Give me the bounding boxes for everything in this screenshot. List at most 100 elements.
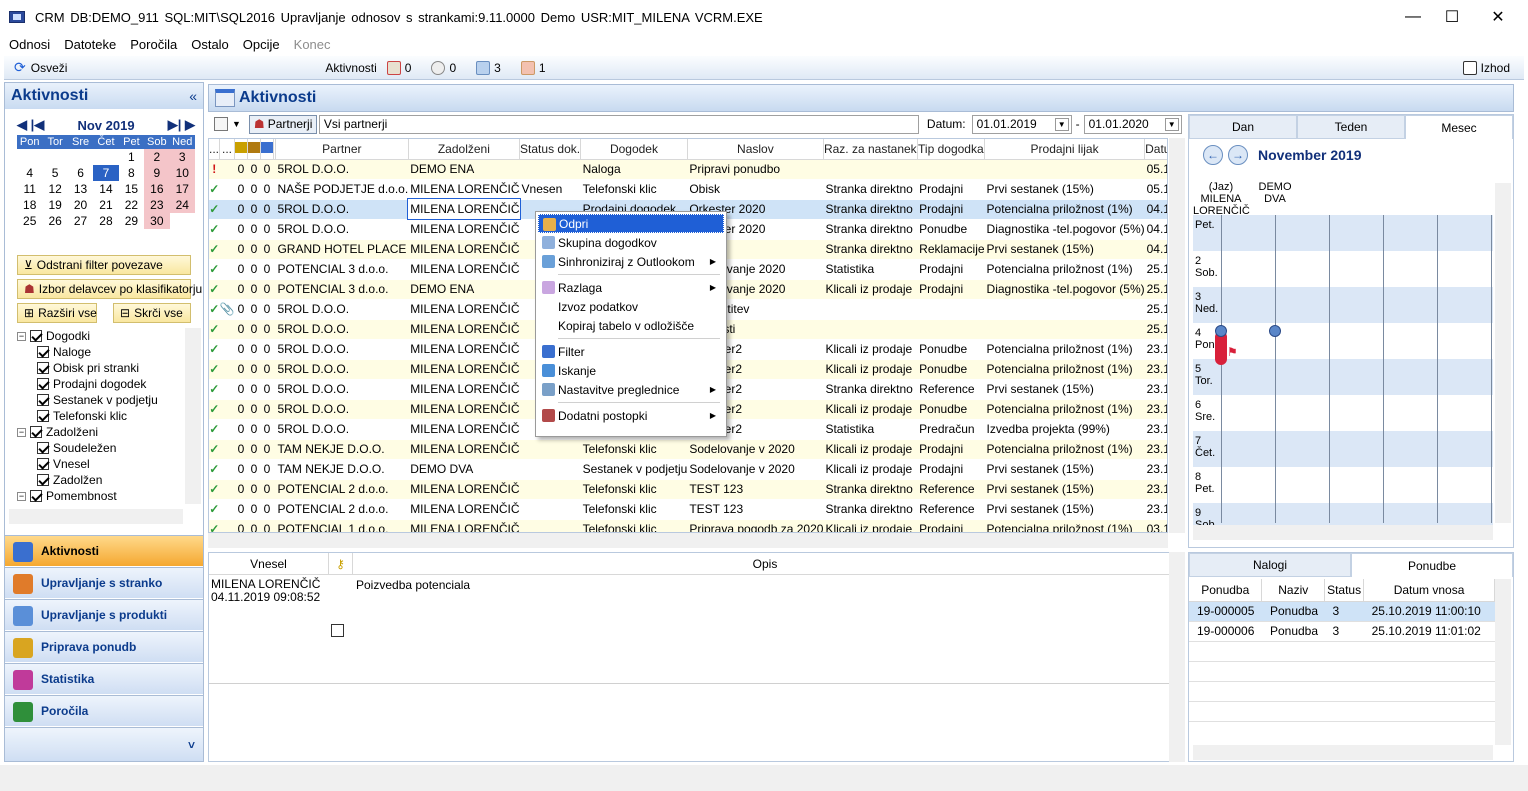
remove-filter-button[interactable]: ⊻ Odstrani filter povezave (17, 255, 191, 275)
tree-checkbox[interactable] (30, 426, 42, 438)
tab-teden[interactable]: Teden (1297, 115, 1405, 139)
calendar-day[interactable]: 7 (93, 165, 119, 181)
tree-expander-icon[interactable]: − (17, 331, 26, 341)
scheduler-hscroll[interactable] (1193, 525, 1493, 540)
collapse-pane-icon[interactable]: « (189, 88, 197, 104)
table-row[interactable]: ! 0 0 0 5ROL D.O.O. DEMO ENA Naloga Pripravi po… (209, 159, 1167, 180)
calendar-day[interactable]: 18 (17, 197, 42, 213)
menu-konec[interactable]: Konec (294, 37, 331, 52)
calendar-day[interactable]: 12 (42, 181, 67, 197)
menu-opcije[interactable]: Opcije (243, 37, 280, 52)
scheduler-day-row[interactable]: 3 Ned. (1193, 287, 1493, 323)
nav-upravljanje-s-produkti[interactable]: Upravljanje s produkti (5, 599, 203, 630)
tab-nalogi[interactable]: Nalogi (1189, 553, 1351, 577)
offers-vscroll[interactable] (1495, 579, 1511, 745)
alerts-counter[interactable]: 1 (520, 60, 546, 75)
col-opis[interactable]: Opis (353, 553, 1177, 574)
table-row[interactable]: ✓ 0 0 0 POTENCIAL 1 d.o.o. MILENA LORENČIČ Tel… (209, 519, 1167, 532)
tree-item[interactable]: Vnesel (17, 456, 189, 472)
tree-item[interactable]: Prodajni dogodek (17, 376, 189, 392)
grid-col-header[interactable]: Raz. za nastanek (823, 139, 918, 160)
calendar-day[interactable]: 17 (169, 181, 195, 197)
tree-expander-icon[interactable]: − (17, 427, 26, 437)
calendar-day[interactable]: 26 (42, 213, 67, 229)
grid-vscroll[interactable] (1169, 138, 1185, 533)
tree-checkbox[interactable] (37, 362, 49, 374)
ctx-item-skupina-dogodkov[interactable]: Skupina dogodkov (538, 233, 724, 252)
grid-col-header[interactable]: Tip dogodka (917, 139, 986, 160)
next-arrow-icon[interactable]: → (1228, 145, 1248, 165)
calendar-day[interactable]: 11 (17, 181, 42, 197)
nav-upravljanje-s-stranko[interactable]: Upravljanje s stranko (5, 567, 203, 598)
tree-item[interactable]: Obisk pri stranki (17, 360, 189, 376)
calendar-day[interactable]: 14 (93, 181, 118, 197)
calendar-day[interactable]: 6 (68, 165, 93, 181)
scheduler-day-row[interactable]: Pet. (1193, 215, 1493, 251)
scheduler-day-row[interactable]: 8 Pet. (1193, 467, 1493, 503)
calendar-day[interactable]: 2 (144, 149, 170, 165)
table-row[interactable]: ✓ 0 0 0 TAM NEKJE D.O.O. MILENA LORENČIČ Telef… (209, 439, 1167, 460)
ctx-item-dodatni-postopki[interactable]: Dodatni postopki ▶ (538, 406, 724, 425)
tree-vscroll[interactable] (185, 328, 201, 504)
ctx-item-nastavitve-preglednice[interactable]: Nastavitve preglednice ▶ (538, 380, 724, 399)
offers-row[interactable]: 19-000005 Ponudba 3 25.10.2019 11:00:10 (1189, 601, 1495, 622)
scheduler-day-row[interactable]: 4 Pon. (1193, 323, 1493, 359)
nav-poro-ila[interactable]: Poročila (5, 695, 203, 726)
close-button[interactable]: ✕ (1475, 0, 1521, 34)
calendar-day[interactable]: 21 (93, 197, 118, 213)
calendar-day[interactable]: 15 (119, 181, 144, 197)
tree-item[interactable]: Telefonski klic (17, 408, 189, 424)
grid-col-header[interactable]: Status dok. (519, 139, 582, 160)
tree-item[interactable]: − Zadolženi (17, 424, 189, 440)
menu-porocila[interactable]: Poročila (130, 37, 177, 52)
calendar-day[interactable]: 24 (169, 197, 195, 213)
tree-checkbox[interactable] (37, 458, 49, 470)
tab-dan[interactable]: Dan (1189, 115, 1297, 139)
date-from-field[interactable]: 01.01.2019 ▼ (971, 114, 1072, 134)
date-from-dropdown-icon[interactable]: ▼ (1054, 117, 1069, 131)
collapse-all-button[interactable]: ⊟ Skrči vse (113, 303, 191, 323)
nav-statistika[interactable]: Statistika (5, 663, 203, 694)
ctx-item-sinhroniziraj-z-outlookom[interactable]: Sinhroniziraj z Outlookom ▶ (538, 252, 724, 271)
tree-item[interactable]: − Dogodki (17, 328, 189, 344)
calendar-day[interactable]: 10 (169, 165, 195, 181)
table-row[interactable]: ✓ 0 0 0 TAM NEKJE D.O.O. DEMO DVA Sestanek v p… (209, 459, 1167, 480)
scheduler-vscroll[interactable] (1495, 183, 1511, 523)
ctx-item-izvoz-podatkov[interactable]: Izvoz podatkov (538, 297, 724, 316)
grid-col-header[interactable]: Zadolženi (408, 139, 521, 160)
grid-col-header[interactable]: Partner (275, 139, 409, 160)
tab-ponudbe[interactable]: Ponudbe (1351, 553, 1513, 577)
calendar-day[interactable]: 20 (68, 197, 93, 213)
calendar-day[interactable]: 25 (17, 213, 42, 229)
partner-filter-input[interactable]: Vsi partnerji (318, 114, 919, 134)
prev-arrow-icon[interactable]: ← (1203, 145, 1223, 165)
calendar-day[interactable]: 8 (119, 165, 144, 181)
partners-button[interactable]: ☗ Partnerji (248, 114, 317, 134)
grid-col-header[interactable]: Naslov (687, 139, 824, 160)
date-to-dropdown-icon[interactable]: ▼ (1164, 117, 1179, 131)
nav-aktivnosti[interactable]: Aktivnosti (5, 535, 203, 566)
calendar-day[interactable]: 5 (42, 165, 67, 181)
offers-col-header[interactable]: Naziv (1261, 579, 1326, 602)
offers-row[interactable]: 19-000006 Ponudba 3 25.10.2019 11:01:02 (1189, 621, 1495, 642)
calendar-day[interactable]: 3 (169, 149, 195, 165)
workers-select-button[interactable]: ☗ Izbor delavcev po klasifikatorju (17, 279, 202, 299)
tree-item[interactable]: Naloge (17, 344, 189, 360)
calendar-day[interactable]: 16 (144, 181, 170, 197)
menu-odnosi[interactable]: Odnosi (9, 37, 50, 52)
grid-col-header[interactable]: Dogodek (580, 139, 688, 160)
col-vnesel[interactable]: Vnesel (209, 553, 329, 574)
detail-checkbox[interactable] (331, 624, 344, 637)
grid-col-header[interactable]: Datu (1144, 139, 1167, 160)
tree-checkbox[interactable] (37, 442, 49, 454)
grid-col-header[interactable] (247, 139, 261, 160)
tree-checkbox[interactable] (37, 378, 49, 390)
grid-col-header[interactable] (260, 139, 274, 160)
offers-hscroll[interactable] (1193, 745, 1493, 760)
ctx-item-iskanje[interactable]: Iskanje (538, 361, 724, 380)
ctx-item-odpri[interactable]: Odpri (538, 214, 724, 233)
menu-ostalo[interactable]: Ostalo (191, 37, 229, 52)
table-row[interactable]: ✓ 0 0 0 POTENCIAL 2 d.o.o. MILENA LORENČIČ Tel… (209, 479, 1167, 500)
tree-item[interactable]: Zadolžen (17, 472, 189, 488)
tasks-counter[interactable]: 0 (386, 60, 411, 75)
